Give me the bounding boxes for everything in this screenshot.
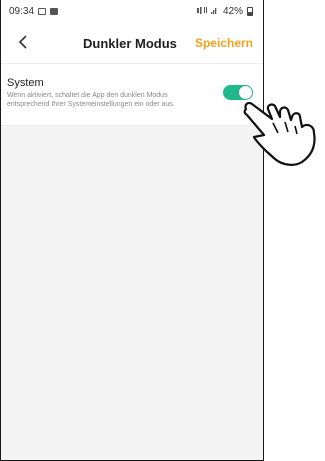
network-signal-icon	[196, 6, 219, 17]
system-dark-mode-toggle[interactable]	[223, 85, 253, 100]
back-button[interactable]	[13, 32, 33, 52]
gallery-notification-icon	[38, 7, 47, 15]
setting-row-system: System Wenn aktiviert, schaltet die App …	[1, 64, 263, 126]
status-left: 09:34	[9, 5, 59, 17]
message-notification-icon	[50, 7, 59, 15]
chevron-left-icon	[18, 35, 27, 49]
screenshot-stage: 09:34 42% Dunkler Modus Speichern System…	[0, 0, 325, 461]
page-title: Dunkler Modus	[83, 36, 177, 51]
phone-screen: 09:34 42% Dunkler Modus Speichern System…	[0, 0, 264, 461]
status-right: 42%	[196, 5, 253, 17]
save-button[interactable]: Speichern	[195, 36, 253, 50]
setting-title: System	[7, 77, 44, 89]
status-bar: 09:34 42%	[1, 0, 263, 22]
battery-percent: 42%	[222, 5, 243, 17]
status-time: 09:34	[9, 5, 35, 17]
battery-icon	[247, 6, 253, 16]
toggle-knob	[239, 86, 252, 99]
navigation-bar: Dunkler Modus Speichern	[1, 22, 263, 64]
setting-description: Wenn aktiviert, schaltet die App den dun…	[7, 92, 175, 108]
